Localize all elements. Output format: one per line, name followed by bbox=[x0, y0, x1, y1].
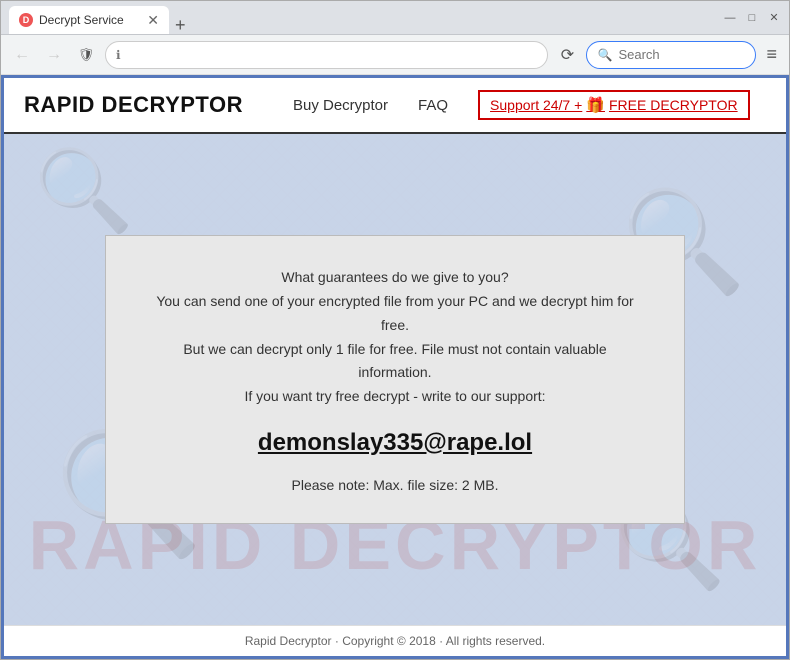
note-text: Please note: Max. file size: 2 MB. bbox=[146, 477, 644, 493]
content-box: What guarantees do we give to you? You c… bbox=[105, 235, 685, 524]
intro-line1: What guarantees do we give to you? bbox=[281, 269, 508, 285]
info-icon: ℹ bbox=[116, 48, 121, 62]
nav-bar: ← → 🛡 ℹ ⟳ 🔍 ≡ bbox=[1, 35, 789, 75]
nav-cta-button[interactable]: Support 24/7 + 🎁 FREE DECRYPTOR bbox=[478, 90, 750, 120]
main-text: What guarantees do we give to you? You c… bbox=[146, 266, 644, 409]
tab-area: D Decrypt Service ✕ + bbox=[9, 1, 723, 34]
gift-icon: 🎁 bbox=[586, 96, 605, 114]
browser-tab[interactable]: D Decrypt Service ✕ bbox=[9, 6, 169, 34]
menu-button[interactable]: ≡ bbox=[762, 40, 781, 69]
intro-line4: If you want try free decrypt - write to … bbox=[244, 388, 545, 404]
browser-window: D Decrypt Service ✕ + — □ ✕ ← → 🛡 ℹ ⟳ 🔍 … bbox=[0, 0, 790, 660]
new-tab-button[interactable]: + bbox=[175, 16, 186, 34]
search-icon: 🔍 bbox=[597, 48, 612, 62]
nav-buy-decryptor[interactable]: Buy Decryptor bbox=[293, 97, 388, 114]
intro-line2: You can send one of your encrypted file … bbox=[156, 293, 633, 333]
nav-faq[interactable]: FAQ bbox=[418, 97, 448, 114]
reload-button[interactable]: ⟳ bbox=[554, 42, 580, 68]
search-input[interactable] bbox=[618, 47, 745, 62]
search-bar[interactable]: 🔍 bbox=[586, 41, 756, 69]
window-controls: — □ ✕ bbox=[723, 11, 781, 25]
cta-label-prefix: Support 24/7 + bbox=[490, 97, 582, 113]
intro-line3: But we can decrypt only 1 file for free.… bbox=[183, 341, 606, 381]
address-bar[interactable]: ℹ bbox=[105, 41, 548, 69]
cta-label-suffix: FREE DECRYPTOR bbox=[609, 97, 738, 113]
site-footer: Rapid Decryptor · Copyright © 2018 · All… bbox=[4, 625, 786, 656]
footer-text: Rapid Decryptor · Copyright © 2018 · All… bbox=[245, 634, 545, 648]
maximize-button[interactable]: □ bbox=[745, 11, 759, 25]
close-button[interactable]: ✕ bbox=[767, 11, 781, 25]
site-body: 🔍 🔍 🔍 🔍 RAPID DECRYPTOR What guarantees … bbox=[4, 134, 786, 625]
site-header: RAPID DECRYPTOR Buy Decryptor FAQ Suppor… bbox=[4, 78, 786, 134]
site-frame: RAPID DECRYPTOR Buy Decryptor FAQ Suppor… bbox=[1, 75, 789, 659]
site-logo: RAPID DECRYPTOR bbox=[24, 92, 243, 118]
minimize-button[interactable]: — bbox=[723, 11, 737, 25]
back-button[interactable]: ← bbox=[9, 42, 35, 68]
title-bar: D Decrypt Service ✕ + — □ ✕ bbox=[1, 1, 789, 35]
tab-close-button[interactable]: ✕ bbox=[147, 12, 159, 29]
tab-title: Decrypt Service bbox=[39, 13, 124, 27]
email-link[interactable]: demonslay335@rape.lol bbox=[146, 429, 644, 457]
site-nav: Buy Decryptor FAQ Support 24/7 + 🎁 FREE … bbox=[293, 90, 750, 120]
bg-magnifier-1: 🔍 bbox=[34, 144, 134, 238]
forward-button[interactable]: → bbox=[41, 42, 67, 68]
tab-favicon: D bbox=[19, 13, 33, 27]
shield-icon: 🛡 bbox=[73, 42, 99, 68]
